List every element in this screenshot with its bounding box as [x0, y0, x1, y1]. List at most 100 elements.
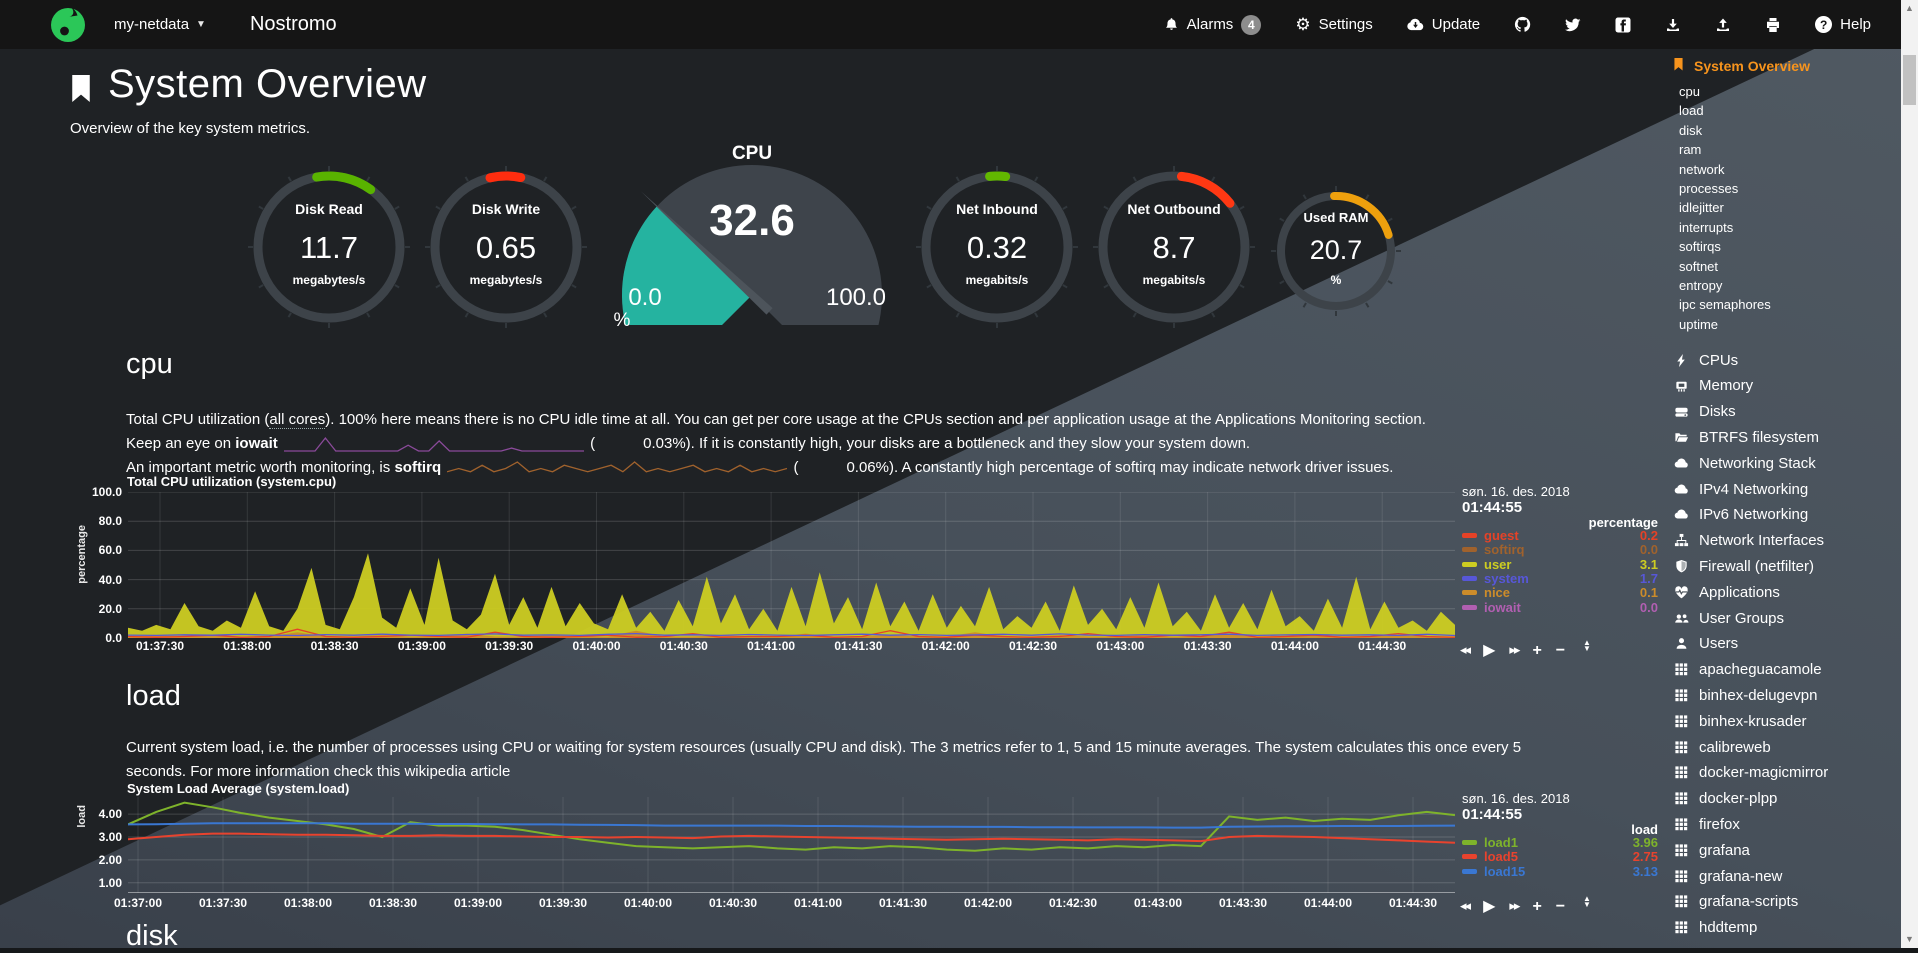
- zoom-in-button[interactable]: +: [1532, 900, 1541, 913]
- grid-icon: [1672, 740, 1690, 755]
- settings-button[interactable]: ⚙ Settings: [1295, 16, 1372, 33]
- sidebar-item-label: BTRFS filesystem: [1699, 429, 1819, 446]
- sidebar-item-hddtemp[interactable]: hddtemp: [1672, 915, 1898, 941]
- export-button[interactable]: [1665, 17, 1681, 33]
- x-axis-tick: 01:40:30: [644, 639, 724, 653]
- sidebar-item-cpu[interactable]: cpu: [1679, 82, 1898, 101]
- sidebar-item-grafana-new[interactable]: grafana-new: [1672, 863, 1898, 889]
- sidebar-item-system-overview[interactable]: System Overview: [1672, 57, 1898, 75]
- pan-forward-button[interactable]: ▸▸: [1509, 642, 1518, 658]
- legend-item-load1[interactable]: load13.96: [1462, 836, 1658, 850]
- section-heading-disk: disk: [126, 920, 178, 953]
- play-button[interactable]: ▶: [1483, 644, 1495, 657]
- pan-forward-button[interactable]: ▸▸: [1509, 898, 1518, 914]
- legend-item-iowait[interactable]: iowait0.0: [1462, 601, 1658, 615]
- legend-item-nice[interactable]: nice0.1: [1462, 586, 1658, 600]
- sidebar-item-network[interactable]: network: [1679, 160, 1898, 179]
- legend-item-load15[interactable]: load153.13: [1462, 865, 1658, 879]
- x-axis-tick: 01:41:30: [818, 639, 898, 653]
- github-button[interactable]: [1514, 16, 1531, 33]
- alarms-button[interactable]: Alarms 4: [1164, 15, 1262, 35]
- gauge-label: Used RAM: [1269, 210, 1403, 225]
- sidebar-item-label: grafana: [1699, 842, 1750, 859]
- sidebar-item-docker-magicmirror[interactable]: docker-magicmirror: [1672, 760, 1898, 786]
- help-button[interactable]: ? Help: [1815, 16, 1871, 33]
- sidebar-item-ram[interactable]: ram: [1679, 140, 1898, 159]
- sidebar-item-disk[interactable]: disk: [1679, 121, 1898, 140]
- legend-series-name: system: [1484, 571, 1529, 586]
- chart-resize-handle[interactable]: ▲▼: [1583, 640, 1591, 652]
- sidebar-item-grafana[interactable]: grafana: [1672, 837, 1898, 863]
- zoom-in-button[interactable]: +: [1532, 644, 1541, 657]
- scroll-down-arrow[interactable]: ▼: [1901, 934, 1918, 944]
- update-button[interactable]: Update: [1407, 16, 1480, 33]
- legend-item-guest[interactable]: guest0.2: [1462, 529, 1658, 543]
- sidebar-item-applications[interactable]: Applications: [1672, 579, 1898, 605]
- legend-item-softirq[interactable]: softirq0.0: [1462, 543, 1658, 557]
- legend-item-system[interactable]: system1.7: [1462, 572, 1658, 586]
- pan-backward-button[interactable]: ◂◂: [1460, 898, 1469, 914]
- sidebar-item-network-interfaces[interactable]: Network Interfaces: [1672, 528, 1898, 554]
- sidebar-item-label: docker-plpp: [1699, 790, 1777, 807]
- sidebar-item-networking-stack[interactable]: Networking Stack: [1672, 450, 1898, 476]
- sidebar-item-softnet[interactable]: softnet: [1679, 257, 1898, 276]
- sidebar-item-firewall-netfilter-[interactable]: Firewall (netfilter): [1672, 554, 1898, 580]
- legend-item-user[interactable]: user3.1: [1462, 558, 1658, 572]
- sidebar-item-cpus[interactable]: CPUs: [1672, 347, 1898, 373]
- sidebar-item-load[interactable]: load: [1679, 101, 1898, 120]
- system-load-plot[interactable]: [128, 797, 1455, 893]
- scrollbar-track[interactable]: ▲ ▼: [1901, 0, 1918, 948]
- sidebar-item-calibreweb[interactable]: calibreweb: [1672, 734, 1898, 760]
- sidebar-item-ipv4-networking[interactable]: IPv4 Networking: [1672, 476, 1898, 502]
- grid-icon: [1672, 817, 1690, 832]
- wikipedia-link[interactable]: wikipedia article: [404, 763, 510, 780]
- gauge-label: Disk Read: [245, 201, 413, 217]
- facebook-button[interactable]: [1615, 17, 1631, 33]
- sidebar-item-ipc-semaphores[interactable]: ipc semaphores: [1679, 295, 1898, 314]
- play-button[interactable]: ▶: [1483, 900, 1495, 913]
- gauge-net-inbound[interactable]: Net Inbound0.32megabits/s: [913, 163, 1081, 331]
- gauge-disk-write[interactable]: Disk Write0.65megabytes/s: [422, 163, 590, 331]
- sidebar-item-binhex-krusader[interactable]: binhex-krusader: [1672, 708, 1898, 734]
- gauge-used-ram[interactable]: Used RAM20.7%: [1269, 184, 1403, 318]
- sidebar-item-users[interactable]: Users: [1672, 631, 1898, 657]
- sidebar-item-apacheguacamole[interactable]: apacheguacamole: [1672, 657, 1898, 683]
- sidebar-item-uptime[interactable]: uptime: [1679, 315, 1898, 334]
- import-button[interactable]: [1715, 17, 1731, 33]
- sidebar-item-interrupts[interactable]: interrupts: [1679, 218, 1898, 237]
- sidebar-item-label: IPv4 Networking: [1699, 481, 1808, 498]
- zoom-out-button[interactable]: −: [1556, 644, 1565, 657]
- twitter-button[interactable]: [1565, 17, 1581, 33]
- sidebar-item-disks[interactable]: Disks: [1672, 399, 1898, 425]
- sidebar-item-grafana-scripts[interactable]: grafana-scripts: [1672, 889, 1898, 915]
- pan-backward-button[interactable]: ◂◂: [1460, 642, 1469, 658]
- gauge-disk-read[interactable]: Disk Read11.7megabytes/s: [245, 163, 413, 331]
- sidebar-item-softirqs[interactable]: softirqs: [1679, 237, 1898, 256]
- sidebar-item-idlejitter[interactable]: idlejitter: [1679, 198, 1898, 217]
- cpu-gauge-title: CPU: [652, 143, 852, 165]
- y-axis-tick: 20.0: [72, 602, 122, 616]
- sidebar-item-entropy[interactable]: entropy: [1679, 276, 1898, 295]
- gauge-net-outbound[interactable]: Net Outbound8.7megabits/s: [1090, 163, 1258, 331]
- hostname-dropdown[interactable]: my-netdata ▼: [114, 16, 206, 33]
- sidebar-item-label: CPUs: [1699, 352, 1738, 369]
- sidebar-item-ipv6-networking[interactable]: IPv6 Networking: [1672, 502, 1898, 528]
- netdata-logo-icon[interactable]: [50, 7, 86, 43]
- system-cpu-plot[interactable]: [128, 492, 1455, 638]
- sidebar-item-memory[interactable]: Memory: [1672, 373, 1898, 399]
- print-button[interactable]: [1765, 17, 1781, 33]
- sidebar-item-user-groups[interactable]: User Groups: [1672, 605, 1898, 631]
- sidebar-item-processes[interactable]: processes: [1679, 179, 1898, 198]
- scroll-up-arrow[interactable]: ▲: [1901, 3, 1918, 13]
- sidebar-item-btrfs-filesystem[interactable]: BTRFS filesystem: [1672, 425, 1898, 451]
- scrollbar-thumb[interactable]: [1903, 55, 1916, 105]
- sidebar-item-label: binhex-delugevpn: [1699, 687, 1817, 704]
- zoom-out-button[interactable]: −: [1556, 900, 1565, 913]
- sidebar-item-docker-plpp[interactable]: docker-plpp: [1672, 786, 1898, 812]
- chart-resize-handle[interactable]: ▲▼: [1583, 896, 1591, 908]
- sidebar-item-firefox[interactable]: firefox: [1672, 812, 1898, 838]
- legend-item-load5[interactable]: load52.75: [1462, 850, 1658, 864]
- twitter-icon: [1565, 17, 1581, 33]
- cloud-download-icon: [1407, 18, 1424, 31]
- sidebar-item-binhex-delugevpn[interactable]: binhex-delugevpn: [1672, 683, 1898, 709]
